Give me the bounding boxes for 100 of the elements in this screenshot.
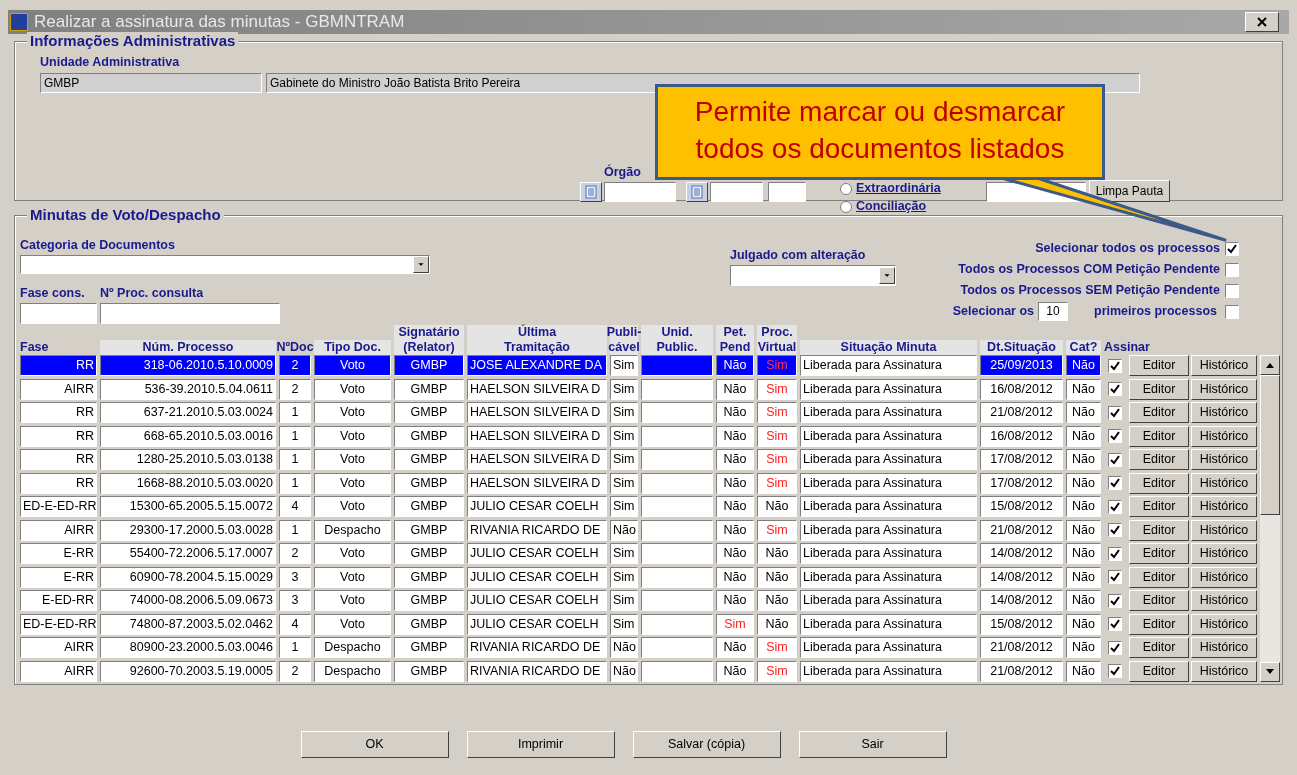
editor-button[interactable]: Editor [1129,543,1189,564]
process-field[interactable] [100,302,280,324]
radio-label: Extraordinária [856,180,941,198]
checkbox[interactable] [1108,640,1122,655]
editor-button[interactable]: Editor [1129,472,1189,494]
history-button[interactable]: Histórico [1191,590,1257,611]
table-cell: GMBP [394,496,464,517]
table-cell: Não [757,590,797,611]
table-cell: ED-E-ED-RR [20,613,97,635]
history-button[interactable]: Histórico [1191,425,1257,447]
editor-button[interactable]: Editor [1129,449,1189,470]
history-button[interactable]: Histórico [1191,472,1257,494]
history-button[interactable]: Histórico [1191,402,1257,423]
count-field[interactable]: 10 [1038,302,1069,321]
editor-button[interactable]: Editor [1129,355,1189,376]
checkbox[interactable] [1108,452,1122,467]
table-cell: 16/08/2012 [980,425,1063,447]
checkbox[interactable] [1108,570,1122,584]
table-cell: Não [716,566,754,588]
history-button[interactable]: Histórico [1191,496,1257,517]
dialog-button[interactable]: Salvar (cópia) [632,731,781,758]
phase-field[interactable] [20,302,97,324]
editor-button[interactable]: Editor [1129,425,1189,447]
table-cell: Não [1066,519,1101,541]
checkbox[interactable] [1108,664,1122,678]
editor-button[interactable]: Editor [1129,519,1189,541]
editor-button[interactable]: Editor [1129,378,1189,400]
table-cell: Não [1066,543,1101,564]
checkbox[interactable] [1108,499,1122,514]
empty-cell [641,590,713,611]
scroll-up-icon[interactable] [1260,355,1280,375]
scroll-down-icon[interactable] [1260,661,1280,682]
checkbox[interactable] [1108,476,1122,490]
empty-cell [641,472,713,494]
list-icon[interactable] [686,181,708,202]
table-cell: Liberada para Assinatura [800,590,977,611]
table-cell: 16/08/2012 [980,378,1063,400]
history-button[interactable]: Histórico [1191,660,1257,682]
column-header: Assinar [1104,340,1151,355]
editor-button[interactable]: Editor [1129,613,1189,635]
table-cell: Sim [757,402,797,423]
table-cell: 17/08/2012 [980,472,1063,494]
history-button[interactable]: Histórico [1191,449,1257,470]
checkbox[interactable] [1225,283,1239,298]
history-button[interactable]: Histórico [1191,519,1257,541]
history-button[interactable]: Histórico [1191,637,1257,658]
editor-button[interactable]: Editor [1129,496,1189,517]
table-cell: Não [610,519,638,541]
dialog-button[interactable]: Sair [798,731,947,758]
checkbox[interactable] [1108,617,1122,631]
table-cell: JULIO CESAR COELH [467,590,607,611]
checkbox[interactable] [1108,429,1122,443]
column-header: Unid. Public. [641,325,713,355]
checkbox[interactable] [1225,262,1239,277]
editor-button[interactable]: Editor [1129,566,1189,588]
table-cell: 15300-65.2005.5.15.0072 [100,496,276,517]
clear-button[interactable]: Limpa Pauta [1088,179,1171,202]
history-button[interactable]: Histórico [1191,613,1257,635]
scroll-thumb[interactable] [1260,375,1280,515]
list-icon[interactable] [580,181,602,202]
history-button[interactable]: Histórico [1191,378,1257,400]
table-cell: Liberada para Assinatura [800,378,977,400]
scrollbar[interactable] [1260,355,1280,682]
table-cell: Não [1066,402,1101,423]
table-cell: 536-39.2010.5.04.0611 [100,378,276,400]
table-cell: RIVANIA RICARDO DE [467,519,607,541]
table-cell: 21/08/2012 [980,519,1063,541]
checkbox[interactable] [1108,593,1122,608]
checkbox[interactable] [1108,358,1122,373]
table-cell: RR [20,355,97,376]
table-cell: Liberada para Assinatura [800,660,977,682]
judged-select[interactable] [730,264,896,286]
editor-button[interactable]: Editor [1129,402,1189,423]
table-cell: 3 [279,566,311,588]
table-cell: 2 [279,660,311,682]
radio-button[interactable] [840,200,852,213]
close-button[interactable] [1245,12,1279,32]
table-cell: 29300-17.2000.5.03.0028 [100,519,276,541]
checkbox[interactable] [1108,546,1122,561]
table-cell: Sim [610,566,638,588]
checkbox[interactable] [1225,304,1239,319]
category-select[interactable] [20,254,430,274]
history-button[interactable]: Histórico [1191,566,1257,588]
editor-button[interactable]: Editor [1129,637,1189,658]
checkbox[interactable] [1108,405,1122,420]
empty-cell [641,613,713,635]
checkbox[interactable] [1108,382,1122,396]
history-button[interactable]: Histórico [1191,543,1257,564]
table-cell: GMBP [394,590,464,611]
history-button[interactable]: Histórico [1191,355,1257,376]
empty-cell [641,355,713,376]
editor-button[interactable]: Editor [1129,590,1189,611]
empty-cell [641,425,713,447]
checkbox[interactable] [1225,241,1239,256]
dialog-button[interactable]: OK [300,731,449,758]
table-cell: 21/08/2012 [980,402,1063,423]
editor-button[interactable]: Editor [1129,660,1189,682]
dialog-button[interactable]: Imprimir [466,731,615,758]
checkbox[interactable] [1108,523,1122,537]
radio-button[interactable] [840,182,852,195]
